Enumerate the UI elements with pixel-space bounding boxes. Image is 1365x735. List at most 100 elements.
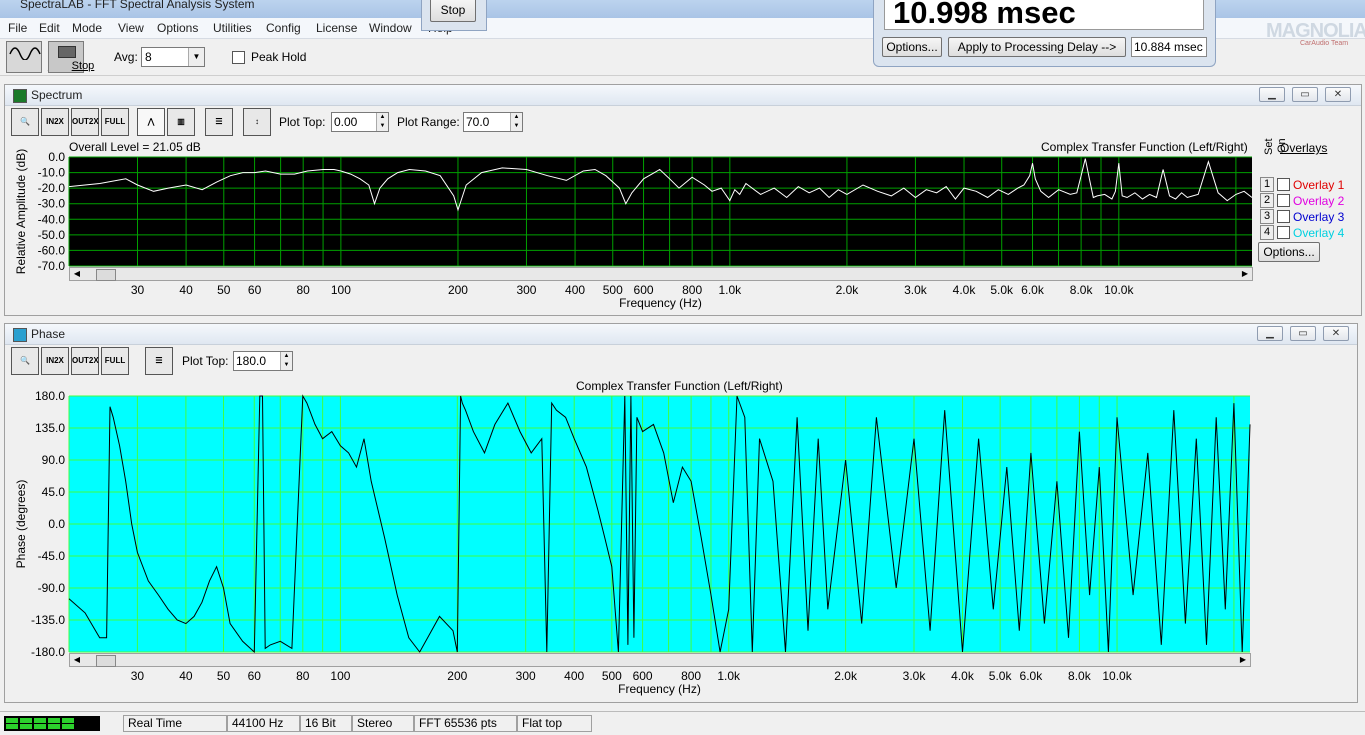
overlay-3-label: Overlay 3 xyxy=(1293,210,1345,224)
x-tick-label: 40 xyxy=(179,283,193,297)
level-meter-left xyxy=(6,718,76,723)
x-tick-label: 800 xyxy=(681,669,701,683)
phase-window: Phase ▁ ▭ ✕ 🔍 IN2X OUT2X FULL ☰ Plot Top… xyxy=(4,323,1358,703)
window-title: SpectraLAB - FFT Spectral Analysis Syste… xyxy=(20,0,255,11)
phase-scrollbar[interactable]: ◀ ▶ xyxy=(69,653,1251,667)
menu-options[interactable]: Options xyxy=(157,21,198,35)
menu-license[interactable]: License xyxy=(316,21,357,35)
overlay-options-button[interactable]: Options... xyxy=(1258,242,1320,262)
x-tick-label: 50 xyxy=(217,669,231,683)
apply-processing-delay-button[interactable]: Apply to Processing Delay --> xyxy=(948,37,1126,57)
close-icon[interactable]: ✕ xyxy=(1325,87,1351,102)
overlay-1-checkbox[interactable] xyxy=(1277,178,1290,191)
y-tick-label: 0.0 xyxy=(48,150,65,164)
overlay-2-set-button[interactable]: 2 xyxy=(1260,193,1274,208)
run-wave-icon xyxy=(9,47,41,61)
avg-label: Avg: xyxy=(114,50,138,64)
y-tick-label: -90.0 xyxy=(38,581,66,595)
phase-chart: 180.0 135.0 90.0 45.0 0.0 -45.0 -90.0 -135.0 -18… xyxy=(14,389,1251,696)
menu-window[interactable]: Window xyxy=(369,21,412,35)
x-tick-label: 80 xyxy=(297,283,311,297)
y-tick-label: -40.0 xyxy=(38,212,66,226)
processing-delay-field[interactable]: 10.884 msec xyxy=(1131,37,1207,57)
overlay-2-label: Overlay 2 xyxy=(1293,194,1345,208)
y-tick-label: 45.0 xyxy=(42,485,66,499)
delay-options-button[interactable]: Options... xyxy=(882,37,942,57)
maximize-icon[interactable]: ▭ xyxy=(1290,326,1316,341)
x-tick-label: 500 xyxy=(603,283,623,297)
y-tick-label: -70.0 xyxy=(38,259,66,273)
x-tick-label: 50 xyxy=(217,283,231,297)
overlay-4-set-button[interactable]: 4 xyxy=(1260,225,1274,240)
stop-square-icon xyxy=(58,46,76,58)
status-mode: Real Time xyxy=(123,715,227,732)
y-tick-label: -20.0 xyxy=(38,181,66,195)
spectrum-window: Spectrum ▁ ▭ ✕ 🔍 IN2X OUT2X FULL ⋀ ▥ ☰ ↕… xyxy=(4,84,1362,316)
status-fft-size: FFT 65536 pts xyxy=(414,715,517,732)
delay-readout: 10.998 msec xyxy=(884,0,1204,30)
y-tick-label: -50.0 xyxy=(38,228,66,242)
x-tick-label: 100 xyxy=(330,669,350,683)
overlay-1-set-button[interactable]: 1 xyxy=(1260,177,1274,192)
scroll-left-icon[interactable]: ◀ xyxy=(70,268,84,280)
x-tick-label: 3.0k xyxy=(903,669,927,683)
watermark-logo: MAGNOLIA CarAudio Team xyxy=(1266,20,1365,50)
avg-select[interactable]: 8 ▼ xyxy=(141,47,205,67)
status-sample-rate: 44100 Hz xyxy=(227,715,300,732)
status-window-type: Flat top xyxy=(517,715,592,732)
menu-view[interactable]: View xyxy=(118,21,144,35)
y-tick-label: 180.0 xyxy=(35,389,65,403)
menu-edit[interactable]: Edit xyxy=(39,21,60,35)
set-column-label: Set xyxy=(1263,138,1275,155)
overlay-3-set-button[interactable]: 3 xyxy=(1260,209,1274,224)
y-tick-label: 135.0 xyxy=(35,421,65,435)
x-axis-label: Frequency (Hz) xyxy=(618,682,701,696)
x-tick-label: 400 xyxy=(564,669,584,683)
stop-label: Stop xyxy=(71,60,95,72)
x-tick-label: 800 xyxy=(682,283,702,297)
menu-utilities[interactable]: Utilities xyxy=(213,21,252,35)
scroll-right-icon[interactable]: ▶ xyxy=(1236,654,1250,666)
peak-hold-checkbox[interactable] xyxy=(232,51,245,64)
x-tick-label: 5.0k xyxy=(990,283,1014,297)
scroll-thumb[interactable] xyxy=(96,655,116,667)
status-bit-depth: 16 Bit xyxy=(300,715,352,732)
stop-dialog: Stop xyxy=(421,0,487,31)
menu-config[interactable]: Config xyxy=(266,21,301,35)
x-tick-label: 400 xyxy=(565,283,585,297)
x-tick-label: 2.0k xyxy=(834,669,858,683)
scroll-thumb[interactable] xyxy=(96,269,116,281)
x-tick-label: 100 xyxy=(331,283,351,297)
minimize-icon[interactable]: ▁ xyxy=(1257,326,1283,341)
menu-file[interactable]: File xyxy=(8,21,27,35)
x-tick-label: 600 xyxy=(634,283,654,297)
overlay-2-checkbox[interactable] xyxy=(1277,194,1290,207)
x-tick-label: 6.0k xyxy=(1021,283,1045,297)
watermark-subtext: CarAudio Team xyxy=(1300,40,1349,47)
menu-mode[interactable]: Mode xyxy=(72,21,102,35)
run-button[interactable]: Run xyxy=(6,41,68,73)
scroll-left-icon[interactable]: ◀ xyxy=(70,654,84,666)
y-tick-label: -30.0 xyxy=(38,197,66,211)
spectrum-scrollbar[interactable]: ◀ ▶ xyxy=(69,267,1253,281)
x-tick-label: 1.0k xyxy=(717,669,741,683)
stop-button[interactable]: Stop xyxy=(48,41,94,73)
x-tick-label: 8.0k xyxy=(1068,669,1092,683)
x-axis-label: Frequency (Hz) xyxy=(619,296,702,310)
x-tick-label: 1.0k xyxy=(718,283,742,297)
overlay-4-checkbox[interactable] xyxy=(1277,226,1290,239)
y-axis-label: Phase (degrees) xyxy=(14,480,28,569)
y-tick-label: -10.0 xyxy=(38,166,66,180)
x-tick-label: 8.0k xyxy=(1070,283,1094,297)
maximize-icon[interactable]: ▭ xyxy=(1292,87,1318,102)
on-column-label: On xyxy=(1276,138,1288,153)
x-tick-label: 40 xyxy=(179,669,193,683)
x-tick-label: 3.0k xyxy=(904,283,928,297)
dialog-stop-button[interactable]: Stop xyxy=(430,0,476,22)
minimize-icon[interactable]: ▁ xyxy=(1259,87,1285,102)
scroll-right-icon[interactable]: ▶ xyxy=(1238,268,1252,280)
overlay-3-checkbox[interactable] xyxy=(1277,210,1290,223)
close-icon[interactable]: ✕ xyxy=(1323,326,1349,341)
level-meter xyxy=(4,716,100,731)
level-meter-right xyxy=(6,724,76,729)
